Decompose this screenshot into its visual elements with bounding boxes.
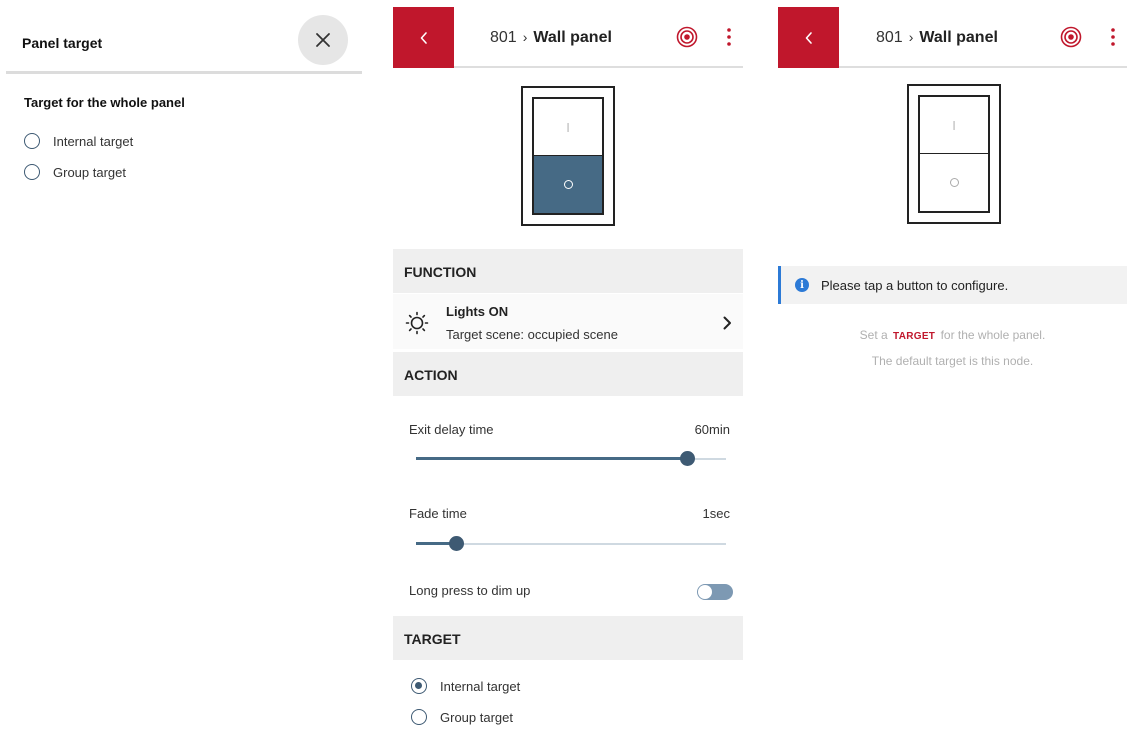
radio-internal-target[interactable]: Internal target — [24, 133, 133, 149]
rocker-mark-on: I — [566, 119, 570, 135]
radio-button[interactable] — [24, 133, 40, 149]
wall-switch-diagram: I — [521, 86, 615, 226]
breadcrumb-node[interactable]: 801 — [876, 29, 903, 46]
rocker-mark-on: I — [952, 117, 956, 133]
section-title: Target for the whole panel — [24, 95, 185, 110]
back-button[interactable] — [393, 7, 454, 68]
info-message: Please tap a button to configure. — [821, 278, 1009, 293]
rocker-button-top[interactable]: I — [534, 99, 602, 156]
more-vertical-icon[interactable] — [1109, 27, 1117, 47]
toggle-knob — [698, 585, 712, 599]
radio-label: Internal target — [440, 678, 521, 694]
exit-delay-value: 60min — [694, 422, 730, 437]
long-press-toggle[interactable] — [697, 584, 733, 600]
breadcrumb-separator: › — [522, 29, 528, 45]
hint-target-keyword: TARGET — [893, 331, 936, 342]
sheet-header: Panel target — [6, 0, 362, 74]
slider-thumb[interactable] — [449, 536, 465, 551]
function-name: Lights ON — [446, 304, 509, 319]
info-banner: i Please tap a button to configure. — [778, 266, 1127, 304]
chevron-left-icon — [805, 31, 812, 44]
chevron-right-icon — [723, 316, 731, 330]
info-icon: i — [795, 278, 809, 292]
section-target: TARGET — [393, 616, 743, 660]
fade-time-label: Fade time — [409, 506, 467, 521]
breadcrumb-node[interactable]: 801 — [490, 29, 517, 46]
radio-label: Group target — [440, 709, 513, 725]
close-button[interactable] — [298, 15, 348, 65]
radio-label: Internal target — [53, 133, 134, 149]
slider-thumb[interactable] — [680, 451, 696, 466]
fade-time-slider[interactable] — [416, 536, 726, 552]
chevron-left-icon — [420, 31, 427, 44]
hint-prefix: Set a — [859, 328, 888, 342]
section-title: FUNCTION — [404, 264, 477, 280]
radio-button[interactable] — [411, 678, 427, 694]
rocker-button-top[interactable]: I — [920, 97, 988, 154]
breadcrumb: 801 › Wall panel — [490, 29, 612, 47]
hint-line-2: The default target is this node. — [871, 354, 1034, 368]
rocker-button-bottom[interactable] — [920, 154, 988, 211]
long-press-label: Long press to dim up — [409, 583, 531, 598]
wall-panel-overview-screen: 801 › Wall panel I i Please tap a button t… — [778, 0, 1127, 729]
breadcrumb-separator: › — [908, 29, 914, 45]
radio-label: Group target — [53, 164, 126, 180]
exit-delay-slider[interactable] — [416, 451, 726, 467]
radio-button[interactable] — [24, 164, 40, 180]
wall-panel-detail-screen: 801 › Wall panel I FUNCTION Lights ON Ta… — [393, 0, 743, 729]
rocker-button-bottom[interactable] — [534, 156, 602, 213]
fade-time-value: 1sec — [702, 506, 730, 521]
target-icon[interactable] — [676, 26, 698, 48]
target-icon[interactable] — [1060, 26, 1082, 48]
close-icon — [316, 33, 330, 47]
function-row[interactable]: Lights ON Target scene: occupied scene — [393, 294, 743, 349]
radio-group-target[interactable]: Group target — [411, 709, 513, 725]
page-title: Wall panel — [533, 29, 612, 46]
rocker-mark-off — [949, 178, 959, 187]
section-title: ACTION — [404, 367, 458, 383]
rocker-mark-off — [563, 180, 573, 189]
radio-group-target[interactable]: Group target — [24, 164, 126, 180]
app-header: 801 › Wall panel — [778, 7, 1127, 68]
sheet-title: Panel target — [22, 35, 103, 51]
function-subtitle: Target scene: occupied scene — [446, 327, 618, 342]
slider-fill — [416, 457, 688, 460]
hint-suffix: for the whole panel. — [940, 328, 1046, 342]
breadcrumb: 801 › Wall panel — [876, 29, 998, 47]
section-function: FUNCTION — [393, 249, 743, 293]
more-vertical-icon[interactable] — [725, 27, 733, 47]
back-button[interactable] — [778, 7, 839, 68]
sun-icon — [405, 311, 429, 335]
app-header: 801 › Wall panel — [393, 7, 743, 68]
wall-switch-diagram: I — [907, 84, 1001, 224]
panel-target-sheet: Panel target Target for the whole panel … — [0, 0, 378, 729]
section-title: TARGET — [404, 631, 461, 647]
page-title: Wall panel — [919, 29, 998, 46]
exit-delay-label: Exit delay time — [409, 422, 494, 437]
switch-plate: I — [532, 97, 604, 215]
switch-plate: I — [918, 95, 990, 213]
hint-line-1: Set a TARGET for the whole panel. — [778, 328, 1127, 342]
radio-button[interactable] — [411, 709, 427, 725]
radio-internal-target[interactable]: Internal target — [411, 678, 520, 694]
section-action: ACTION — [393, 352, 743, 396]
